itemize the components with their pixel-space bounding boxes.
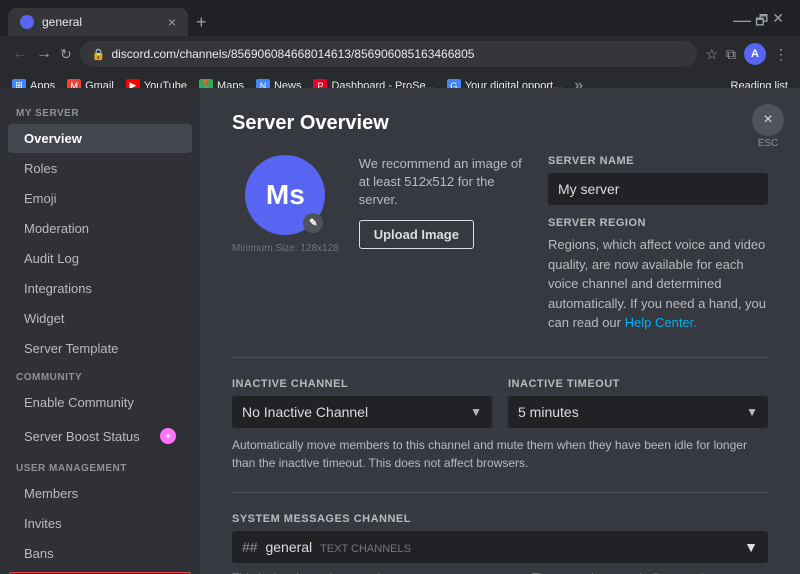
sidebar-item-server-boost[interactable]: Server Boost Status ✦ [8,421,192,451]
address-bar[interactable]: 🔒 discord.com/channels/85690608466801461… [80,41,698,67]
inactive-timeout-arrow-icon: ▼ [746,405,758,419]
system-msg-label: SYSTEM MESSAGES CHANNEL [232,513,768,525]
system-msg-section: SYSTEM MESSAGES CHANNEL ## general TEXT … [232,513,768,574]
tab-close-button[interactable]: × [168,14,176,30]
server-name-group: SERVER NAME [548,155,768,205]
sidebar-item-audit-log[interactable]: Audit Log [8,244,192,273]
boost-badge: ✦ [160,428,176,444]
inactive-channel-select[interactable]: No Inactive Channel ▼ [232,396,492,428]
server-name-region: SERVER NAME SERVER REGION Regions, which… [548,155,768,333]
sidebar: MY SERVER Overview Roles Emoji Moderatio… [0,88,200,574]
active-tab[interactable]: general × [8,8,188,36]
divider-2 [232,492,768,493]
minimize-button[interactable]: — [733,10,751,34]
esc-label: ESC [758,138,779,149]
server-name-input[interactable] [548,173,768,205]
close-esc-group: × ESC [752,104,784,149]
min-size-text: Minimum Size: 128x128 [232,243,339,254]
star-icon[interactable]: ☆ [705,46,718,63]
inactive-channel-label: INACTIVE CHANNEL [232,378,492,390]
sidebar-item-roles[interactable]: Roles [8,154,192,183]
avatar-edit-icon[interactable]: ✎ [303,213,323,233]
sidebar-item-moderation[interactable]: Moderation [8,214,192,243]
inactive-timeout-select[interactable]: 5 minutes ▼ [508,396,768,428]
inactive-helper-text: Automatically move members to this chann… [232,436,768,472]
avatar-rec-text: We recommend an image of at least 512x51… [359,155,528,210]
tab-favicon [20,15,34,29]
close-window-button[interactable]: ✕ [772,10,784,34]
inactive-timeout-col: INACTIVE TIMEOUT 5 minutes ▼ [508,378,768,428]
sidebar-item-widget[interactable]: Widget [8,304,192,333]
system-channel-arrow-icon: ▼ [744,539,758,555]
sidebar-item-emoji[interactable]: Emoji [8,184,192,213]
server-region-label: SERVER REGION [548,217,768,229]
sidebar-item-invites[interactable]: Invites [8,509,192,538]
user-management-section-label: USER MANAGEMENT [0,455,200,478]
sidebar-item-bans[interactable]: Bans [8,539,192,568]
inactive-channel-col: INACTIVE CHANNEL No Inactive Channel ▼ [232,378,492,428]
reload-button[interactable]: ↻ [60,46,72,63]
inactive-channel-select-wrap: No Inactive Channel ▼ [232,396,492,428]
sidebar-item-server-template[interactable]: Server Template [8,334,192,363]
upload-image-button[interactable]: Upload Image [359,220,474,249]
region-text: Regions, which affect voice and video qu… [548,235,768,333]
address-text: discord.com/channels/856906084668014613/… [111,47,474,61]
divider-1 [232,357,768,358]
lock-icon: 🔒 [92,48,106,61]
page-title: Server Overview [232,112,768,135]
system-channel-select[interactable]: ## general TEXT CHANNELS ▼ [232,531,768,563]
close-button[interactable]: × [752,104,784,136]
main-content: × ESC Server Overview Ms ✎ Minimum Size:… [200,88,800,574]
channel-sub-label: TEXT CHANNELS [320,543,411,555]
profile-icon[interactable]: A [744,43,766,65]
forward-button[interactable]: → [36,45,52,63]
server-overview-top: Ms ✎ Minimum Size: 128x128 We recommend … [232,155,768,333]
sidebar-item-members[interactable]: Members [8,479,192,508]
more-icon[interactable]: ⋮ [774,46,788,63]
inactive-row: INACTIVE CHANNEL No Inactive Channel ▼ I… [232,378,768,428]
my-server-section-label: MY SERVER [0,100,200,123]
new-tab-button[interactable]: + [196,13,207,31]
inactive-channel-arrow-icon: ▼ [470,405,482,419]
help-center-link[interactable]: Help Center. [625,315,697,330]
avatar-section: Ms ✎ Minimum Size: 128x128 [232,155,339,333]
channel-prefix-icon: ## [242,539,258,555]
avatar-info: We recommend an image of at least 512x51… [359,155,528,333]
sidebar-item-integrations[interactable]: Integrations [8,274,192,303]
tab-title: general [42,15,160,29]
server-name-label: SERVER NAME [548,155,768,167]
restore-button[interactable]: 🗗 [755,10,768,34]
server-avatar: Ms ✎ [245,155,325,235]
inactive-timeout-label: INACTIVE TIMEOUT [508,378,768,390]
sidebar-item-overview[interactable]: Overview [8,124,192,153]
sidebar-item-enable-community[interactable]: Enable Community [8,388,192,417]
inactive-timeout-select-wrap: 5 minutes ▼ [508,396,768,428]
back-button[interactable]: ← [12,45,28,63]
community-section-label: COMMUNITY [0,364,200,387]
server-region-group: SERVER REGION Regions, which affect voic… [548,217,768,333]
system-msg-helper-text: This is the channel we send system event… [232,569,768,574]
extensions-icon[interactable]: ⧉ [726,46,736,63]
